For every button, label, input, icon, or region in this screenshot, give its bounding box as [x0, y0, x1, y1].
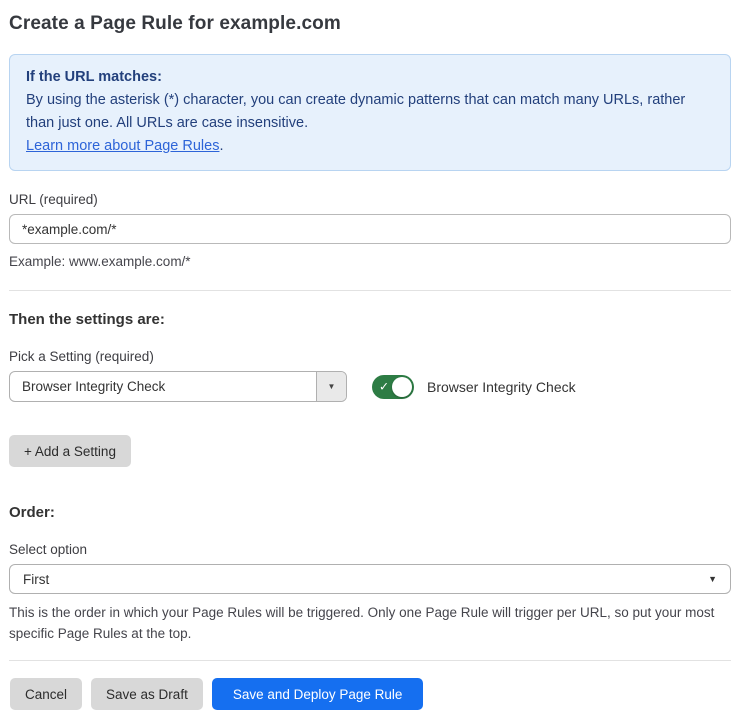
order-helper-text: This is the order in which your Page Rul… — [9, 602, 729, 644]
setting-row: Browser Integrity Check ▼ ✓ Browser Inte… — [9, 371, 731, 402]
info-box-body: By using the asterisk (*) character, you… — [26, 89, 714, 135]
settings-section-heading: Then the settings are: — [9, 311, 731, 328]
page-rule-form: Create a Page Rule for example.com If th… — [0, 0, 750, 710]
pick-setting-label: Pick a Setting (required) — [9, 349, 731, 364]
add-setting-button[interactable]: + Add a Setting — [9, 435, 131, 467]
order-select-value: First — [23, 572, 708, 587]
save-and-deploy-button[interactable]: Save and Deploy Page Rule — [212, 678, 424, 710]
divider — [9, 660, 731, 661]
url-example-helper: Example: www.example.com/* — [9, 251, 731, 272]
cancel-button[interactable]: Cancel — [10, 678, 82, 710]
url-field-label: URL (required) — [9, 192, 731, 207]
toggle-label: Browser Integrity Check — [427, 379, 576, 395]
setting-select-value: Browser Integrity Check — [10, 372, 316, 401]
info-box-link-line: Learn more about Page Rules. — [26, 135, 714, 158]
divider — [9, 290, 731, 291]
save-as-draft-button[interactable]: Save as Draft — [91, 678, 203, 710]
order-select[interactable]: First ▼ — [9, 564, 731, 594]
toggle-knob — [392, 377, 412, 397]
link-suffix: . — [219, 138, 223, 154]
order-section-heading: Order: — [9, 504, 731, 521]
order-select-label: Select option — [9, 542, 731, 557]
check-icon: ✓ — [379, 379, 389, 393]
learn-more-link[interactable]: Learn more about Page Rules — [26, 138, 219, 154]
setting-select[interactable]: Browser Integrity Check ▼ — [9, 371, 347, 402]
page-title: Create a Page Rule for example.com — [9, 13, 731, 35]
setting-toggle[interactable]: ✓ — [372, 375, 414, 399]
url-input[interactable] — [9, 214, 731, 244]
footer-actions: Cancel Save as Draft Save and Deploy Pag… — [9, 678, 731, 710]
url-matches-info-box: If the URL matches: By using the asteris… — [9, 54, 731, 171]
chevron-down-icon[interactable]: ▼ — [316, 372, 346, 401]
info-box-heading: If the URL matches: — [26, 66, 714, 89]
chevron-down-icon: ▼ — [708, 574, 717, 584]
